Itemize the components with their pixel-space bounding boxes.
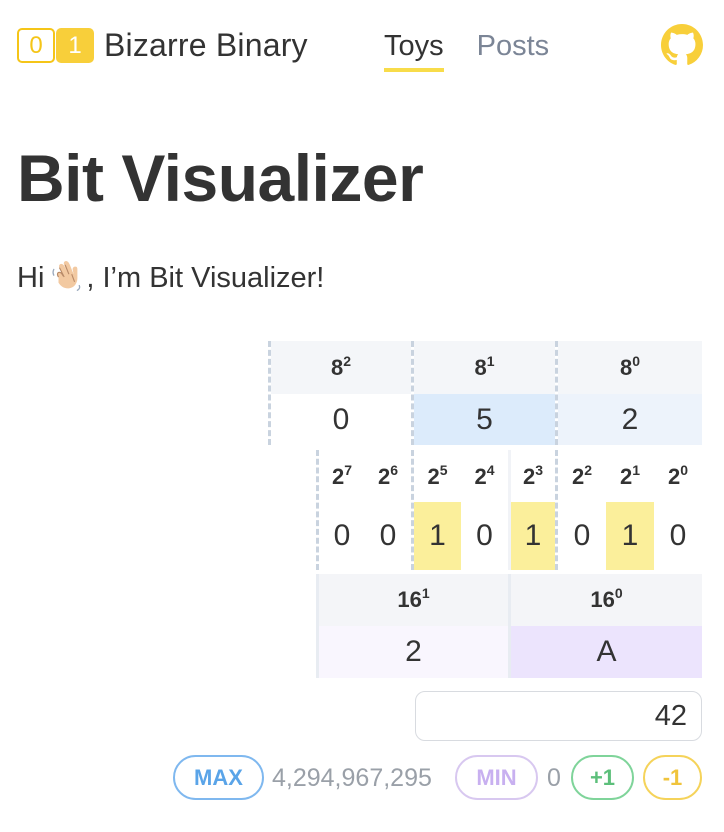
- bit-place-header: 20: [667, 462, 689, 489]
- waving-hand-icon: [52, 261, 81, 291]
- nav-link-posts[interactable]: Posts: [477, 30, 550, 72]
- bit-toggle[interactable]: 0: [654, 502, 702, 570]
- hex-digit: 2: [319, 626, 508, 678]
- hex-place-header: 160: [511, 574, 702, 626]
- octal-digit: 0: [332, 403, 350, 436]
- site-header: 0 1 Bizarre Binary Toys Posts: [0, 0, 724, 90]
- page-title: Bit Visualizer: [17, 141, 424, 215]
- bit-toggle[interactable]: 0: [319, 502, 365, 570]
- octal-place-header: 81: [414, 341, 555, 394]
- octal-place-header: 82: [271, 341, 411, 394]
- greeting: Hi , I’m Bit Visualizer!: [17, 260, 324, 296]
- hex-place-header: 161: [319, 574, 508, 626]
- greeting-suffix: , I’m Bit Visualizer!: [86, 262, 325, 294]
- logo-bit-zero: 0: [17, 28, 55, 63]
- max-value: 4,294,967,295: [272, 764, 432, 792]
- min-button[interactable]: MIN: [455, 755, 538, 800]
- max-button[interactable]: MAX: [173, 755, 264, 800]
- octal-place-header: 80: [558, 341, 702, 394]
- min-value: 0: [547, 764, 561, 792]
- octal-digit: 2: [558, 394, 702, 445]
- bit-toggle[interactable]: 0: [461, 502, 508, 570]
- site-logo[interactable]: 0 1 Bizarre Binary: [17, 28, 308, 63]
- greeting-prefix: Hi: [17, 262, 45, 294]
- bit-toggle[interactable]: 1: [511, 502, 555, 570]
- nav-link-toys[interactable]: Toys: [384, 30, 444, 72]
- hex-digit: A: [511, 626, 702, 678]
- main-nav: Toys Posts: [384, 30, 549, 72]
- bit-place-header: 23: [522, 462, 544, 489]
- bit-toggle[interactable]: 0: [558, 502, 606, 570]
- bit-toggle[interactable]: 0: [365, 502, 411, 570]
- decimal-value-input[interactable]: [415, 691, 702, 741]
- github-icon[interactable]: [661, 24, 703, 66]
- bit-place-header: 21: [619, 462, 641, 489]
- bit-place-header: 27: [331, 462, 353, 489]
- increment-button[interactable]: +1: [571, 755, 634, 800]
- bit-toggle[interactable]: 1: [414, 502, 461, 570]
- decrement-button[interactable]: -1: [643, 755, 702, 800]
- bit-toggle[interactable]: 1: [606, 502, 654, 570]
- bit-place-header: 24: [474, 462, 495, 489]
- octal-digit: 5: [414, 394, 555, 445]
- logo-bit-one: 1: [56, 28, 94, 63]
- site-title: Bizarre Binary: [104, 27, 308, 63]
- bit-place-header: 22: [571, 462, 593, 489]
- bit-place-header: 25: [427, 462, 448, 489]
- bit-place-header: 26: [377, 462, 399, 489]
